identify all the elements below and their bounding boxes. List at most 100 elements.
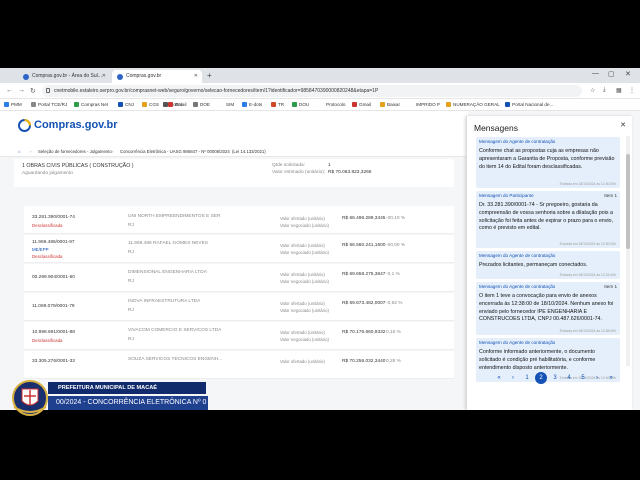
tab-label: Compras.gov.br - Área do Sul... (32, 73, 102, 79)
browser-tab-2[interactable]: Compras.gov.br ✕ (112, 70, 202, 83)
supplier-row[interactable]: 33.305.276/0001-33 SOUZA SERVICOS TECNIC… (24, 351, 454, 379)
close-tab-icon[interactable]: ✕ (102, 73, 106, 79)
page-button-2-active[interactable]: 2 (535, 372, 547, 384)
percent-diff: -0,1 % (386, 272, 400, 277)
message-sender: Mensagem do Participante (479, 193, 534, 198)
organization-banner: PREFEITURA MUNICIPAL DE MACAÉ (48, 382, 206, 394)
supplier-cnpj: 00.299.904/0001-60 (32, 275, 75, 280)
bookmark-item[interactable]: TR (271, 102, 284, 107)
scrollbar-thumb[interactable] (626, 154, 630, 249)
supplier-name: UNI NORTH EMPREENDIMENTOS E SER (128, 214, 221, 219)
site-header: Compras.gov.br (0, 111, 468, 145)
bookmark-item[interactable]: DOE (193, 102, 210, 107)
close-icon[interactable]: ✕ (620, 121, 626, 129)
message-item-ref: Item 1 (604, 284, 617, 289)
supplier-name: SOUZA SERVICOS TECNICOS ENGENH... (128, 357, 223, 362)
supplier-cnpj: 33.305.276/0001-33 (32, 359, 75, 364)
tab-label: Compras.gov.br (126, 73, 162, 79)
extensions-icon[interactable]: ▦ (616, 87, 622, 94)
process-title: 00/2024 - CONCORRÊNCIA ELETRÔNICA Nº 0 (56, 399, 207, 406)
offered-value: R$ 69.658.275,3647 (342, 272, 386, 277)
supplier-row[interactable]: 10.998.691/0001-88 Desclassificada VIVAC… (24, 322, 454, 350)
download-icon[interactable]: ⤓ (603, 87, 606, 94)
bookmark-item[interactable]: Baixar (380, 102, 400, 107)
menu-icon[interactable]: ⋮ (629, 87, 635, 94)
minimize-icon[interactable]: — (592, 70, 599, 77)
message-timestamp: Enviada em 18/10/2024 às 12:30:00h (559, 242, 616, 246)
home-icon[interactable]: ⌂ (18, 149, 21, 154)
bookmark-item[interactable]: CNJ (118, 102, 134, 107)
message-text: Prezados licitantes, permaneçam conectad… (479, 262, 588, 268)
bookmark-item[interactable]: Protocolo (326, 102, 345, 107)
tab-bar: Compras.gov.br - Área do Sul... ✕ Compras… (0, 68, 640, 83)
prev-page-icon[interactable]: ‹ (507, 372, 519, 384)
bookmark-item[interactable]: E-dots (242, 102, 262, 107)
supplier-name: DIMENSIONAL ENGENHARIA LTDA (128, 270, 207, 275)
percent-diff: -00,10 % (386, 216, 406, 221)
breadcrumb-item: (Lei 14.133/2021) (232, 149, 266, 154)
lock-icon (46, 88, 50, 93)
bookmark-item[interactable]: Portal Nacional de... (505, 102, 553, 107)
page-button-4[interactable]: 4 (563, 372, 575, 384)
bookmark-item[interactable]: IMPRIDO P (416, 102, 440, 107)
bookmark-item[interactable]: Portal TCE/RJ (31, 102, 67, 107)
bookmark-item[interactable]: CGS (142, 102, 159, 107)
bookmark-star-icon[interactable]: ☆ (590, 87, 595, 94)
back-icon[interactable]: ← (6, 87, 13, 94)
message-text: Conforme informado anteriormente, o docu… (479, 349, 596, 371)
close-window-icon[interactable]: ✕ (625, 70, 631, 78)
item-summary: 1 OBRAS CIVIS PÚBLICAS ( CONSTRUÇÃO ) Ag… (14, 159, 454, 187)
bookmark-item[interactable]: DOU (292, 102, 309, 107)
breadcrumb-separator-icon: › (112, 149, 114, 154)
url-field[interactable]: cnetmobile.estaleiro.serpro.gov.br/compr… (42, 85, 582, 97)
maximize-icon[interactable]: ▢ (608, 70, 615, 78)
message-sender: Mensagem do Agente de contratação (479, 253, 556, 258)
messages-scrollbar[interactable] (626, 136, 630, 366)
site-logo-text[interactable]: Compras.gov.br (34, 119, 118, 131)
page-button-3[interactable]: 3 (549, 372, 561, 384)
message-timestamp: Enviada em 18/10/2024 às 12:30:00h (559, 182, 616, 186)
supplier-row[interactable]: 00.299.904/0001-60 DIMENSIONAL ENGENHARI… (24, 264, 454, 292)
percent-diff: -0,62 % (386, 301, 403, 306)
close-tab-icon[interactable]: ✕ (194, 73, 198, 79)
page-button-1[interactable]: 1 (521, 372, 533, 384)
new-tab-icon[interactable]: + (207, 71, 212, 80)
supplier-cnpj: 11.969.486/0001-97 (32, 240, 75, 245)
bookmark-item[interactable]: Compras Net (74, 102, 108, 107)
organization-name: PREFEITURA MUNICIPAL DE MACAÉ (58, 385, 158, 391)
supplier-uf: RJ (128, 279, 134, 284)
negotiated-label: Valor negociado (unitário) (280, 337, 329, 342)
url-text: cnetmobile.estaleiro.serpro.gov.br/compr… (54, 88, 379, 94)
supplier-row[interactable]: 11.969.486/0001-97 ME/EPP Desclassificad… (24, 235, 454, 263)
next-page-icon[interactable]: › (591, 372, 603, 384)
breadcrumb-item[interactable]: Seleção de fornecedores - Julgamento (38, 149, 112, 154)
supplier-row[interactable]: 33.281.390/0001-74 Desclassificada UNI N… (24, 206, 454, 234)
offered-value: R$ 66.560.241,1600 (342, 243, 386, 248)
municipal-crest-icon (12, 380, 48, 416)
last-page-icon[interactable]: » (605, 372, 617, 384)
forward-icon[interactable]: → (18, 87, 25, 94)
supplier-row[interactable]: 11.069.079/0001-79 INOVA INFRAESTRUTURA … (24, 293, 454, 321)
supplier-status-badge: Desclassificada (32, 254, 63, 259)
supplier-size-badge: ME/EPP (32, 247, 49, 252)
bookmark-item[interactable]: Gmail (352, 102, 371, 107)
message-card: Mensagem do Participante Item 1 Dr. 33.2… (476, 191, 620, 248)
page-button-5[interactable]: 5 (577, 372, 589, 384)
offered-label: Valor ofertado (unitário) (280, 359, 325, 364)
bookmark-item[interactable]: Email (168, 102, 187, 107)
browser-tab-1[interactable]: Compras.gov.br - Área do Sul... ✕ (18, 70, 110, 83)
reload-icon[interactable]: ↻ (30, 87, 36, 95)
bookmark-item[interactable]: NUMERAÇÃO GERAL (446, 102, 500, 107)
message-timestamp: Enviada em 18/10/2024 às 12:38:00h (559, 329, 616, 333)
message-text: Conforme chat as propostas cuja as empre… (479, 148, 615, 170)
message-text: Dr. 33.281.390/0001-74 - Sr pregoeiro, g… (479, 202, 613, 232)
negotiated-label: Valor negociado (unitário) (280, 279, 329, 284)
negotiated-label: Valor negociado (unitário) (280, 308, 329, 313)
offered-label: Valor ofertado (unitário) (280, 301, 325, 306)
percent-diff: 0,28 % (386, 359, 401, 364)
bookmark-item[interactable]: SIM (226, 102, 234, 107)
bookmark-item[interactable]: PMM (4, 102, 22, 107)
bookmarks-bar: PMM Portal TCE/RJ Compras Net CNJ CGS Po… (0, 99, 640, 111)
offered-label: Valor ofertado (unitário) (280, 243, 325, 248)
first-page-icon[interactable]: « (493, 372, 505, 384)
